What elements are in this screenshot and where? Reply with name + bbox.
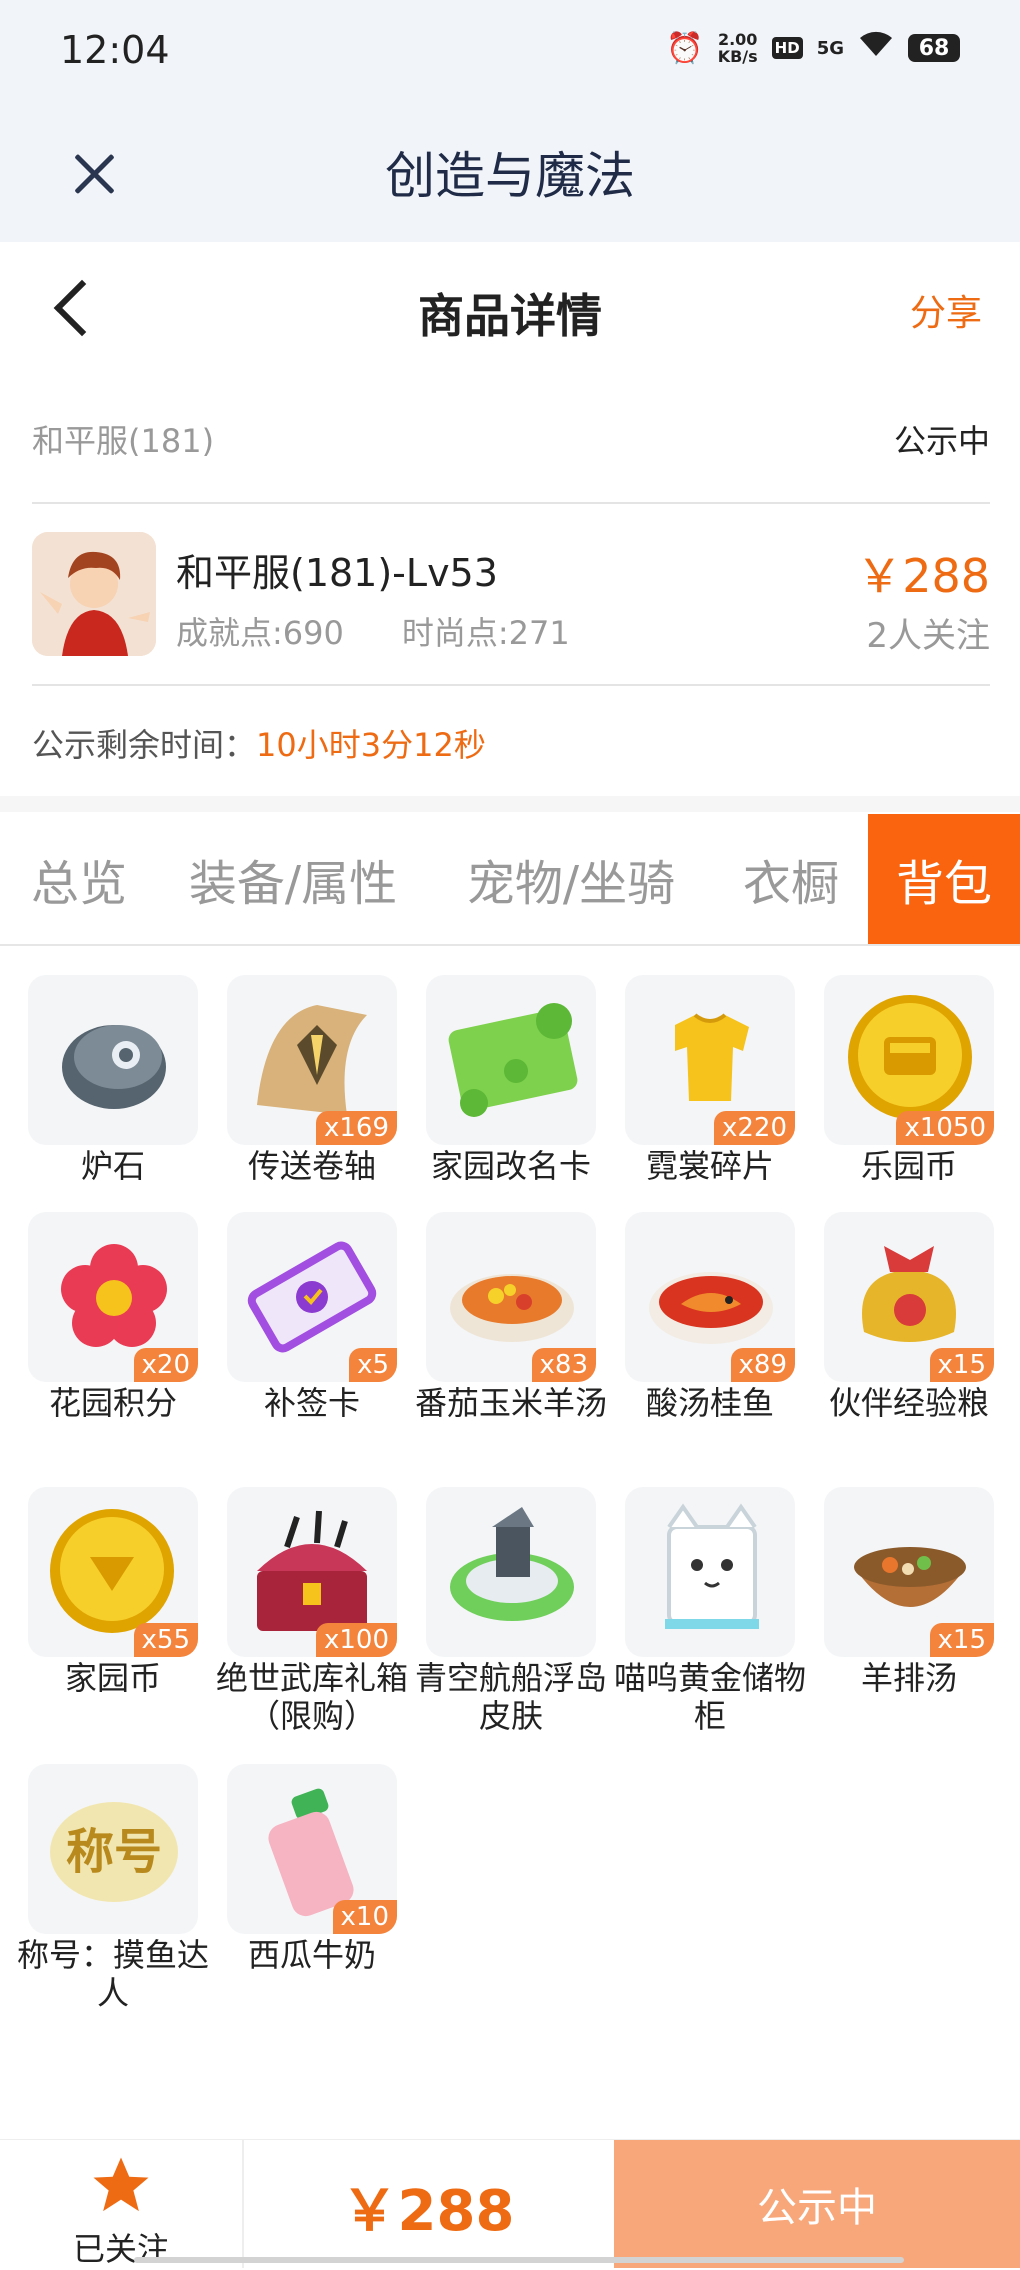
section-gap: [0, 796, 1020, 812]
item-count: x100: [315, 1623, 397, 1657]
item-count: x83: [531, 1348, 596, 1382]
share-button[interactable]: 分享: [910, 284, 982, 336]
product-price: ￥288: [856, 549, 990, 603]
wifi-icon: [858, 30, 894, 66]
item-name: 喵呜黄金储物柜: [613, 1659, 806, 1735]
flower-icon: x20: [28, 1212, 198, 1382]
item-count: x169: [315, 1111, 397, 1145]
countdown-label: 公示剩余时间：: [32, 726, 257, 764]
server-row: 和平服(181) 公示中: [32, 400, 990, 460]
divider: [32, 502, 990, 504]
follow-button[interactable]: 已关注: [0, 2140, 244, 2268]
product-card[interactable]: 和平服(181)-Lv53 成就点:690 时尚点:271 ￥288 2人关注: [32, 532, 990, 658]
item-count: x15: [929, 1623, 994, 1657]
character-avatar: [32, 532, 156, 656]
coin-icon: x1050: [824, 975, 994, 1145]
item-name: 乐园币: [860, 1147, 957, 1185]
item-name: 霓裳碎片: [645, 1147, 774, 1185]
nav-bar: 商品详情 分享: [0, 242, 1020, 372]
alarm-icon: ⏰: [666, 30, 704, 66]
item-count: x5: [349, 1348, 397, 1382]
item-name: 传送卷轴: [247, 1147, 376, 1185]
status-bar: 12:04 ⏰ 2.00 KB/s HD 5G 68: [0, 0, 1020, 110]
divider: [32, 684, 990, 686]
server-name: 和平服(181): [32, 422, 215, 460]
item-count: x55: [133, 1623, 198, 1657]
home-indicator: [134, 2257, 904, 2263]
item-name: 伙伴经验粮: [828, 1384, 989, 1422]
web-header: 创造与魔法: [0, 110, 1020, 242]
tab-bar: 总览 装备/属性 宠物/坐骑 衣橱 背包: [0, 814, 1020, 946]
fish-icon: x89: [625, 1212, 795, 1382]
signal-5g-icon: 5G: [816, 37, 844, 59]
ticket-icon: x5: [227, 1212, 397, 1382]
soup-icon: x83: [426, 1212, 596, 1382]
tab-equipment[interactable]: 装备/属性: [158, 814, 428, 944]
item-count: x220: [713, 1111, 795, 1145]
status-icons: ⏰ 2.00 KB/s HD 5G 68: [666, 30, 960, 66]
item-name: 家园币: [64, 1659, 161, 1697]
tab-wardrobe[interactable]: 衣橱: [714, 814, 868, 944]
item-count: x10: [332, 1900, 397, 1934]
svg-text:称号: 称号: [66, 1824, 162, 1880]
item-name: 花园积分: [48, 1384, 177, 1422]
star-icon: [88, 2152, 154, 2218]
tab-pets[interactable]: 宠物/坐骑: [428, 814, 714, 944]
coin-icon: x55: [28, 1487, 198, 1657]
item-count: x1050: [896, 1111, 994, 1145]
scroll-icon: x169: [227, 975, 397, 1145]
page-title: 商品详情: [418, 289, 602, 343]
net-speed: 2.00 KB/s: [718, 31, 758, 65]
cat-cabinet-icon: [625, 1487, 795, 1657]
item-name: 称号：摸鱼达人: [16, 1936, 209, 2012]
countdown: 公示剩余时间：10小时3分12秒: [32, 720, 486, 766]
status-button[interactable]: 公示中: [614, 2140, 1020, 2268]
product-name: 和平服(181)-Lv53: [176, 551, 498, 595]
item-name: 家园改名卡: [430, 1147, 591, 1185]
tab-overview[interactable]: 总览: [0, 814, 158, 944]
achievement-points: 成就点:690: [176, 614, 344, 652]
item-name: 酸汤桂鱼: [645, 1384, 774, 1422]
item-name: 西瓜牛奶: [247, 1936, 376, 1974]
bottom-price: ￥288: [341, 2179, 515, 2244]
item-name: 番茄玉米羊汤: [414, 1384, 607, 1422]
stone-icon: [28, 975, 198, 1145]
chest-icon: x100: [227, 1487, 397, 1657]
fashion-points: 时尚点:271: [401, 614, 570, 652]
bowl-icon: x15: [824, 1487, 994, 1657]
countdown-value: 10小时3分12秒: [256, 726, 486, 764]
follower-count: 2人关注: [866, 616, 990, 656]
product-meta: 成就点:690 时尚点:271: [176, 608, 570, 654]
bottle-icon: x10: [227, 1764, 397, 1934]
tab-backpack[interactable]: 背包: [868, 814, 1020, 944]
listing-status: 公示中: [893, 422, 990, 460]
item-name: 青空航船浮岛皮肤: [414, 1659, 607, 1735]
bag-icon: x15: [824, 1212, 994, 1382]
net-speed-unit: KB/s: [717, 47, 758, 66]
item-count: x89: [730, 1348, 795, 1382]
island-icon: [426, 1487, 596, 1657]
title-icon: 称号: [28, 1764, 198, 1934]
web-title: 创造与魔法: [385, 147, 635, 205]
battery-icon: 68: [908, 34, 960, 62]
follow-label: 已关注: [72, 2230, 169, 2268]
item-name: 绝世武库礼箱（限购）: [215, 1659, 408, 1735]
item-name: 补签卡: [263, 1384, 360, 1422]
item-count: x20: [133, 1348, 198, 1382]
item-name: 炉石: [80, 1147, 145, 1185]
rename-card-icon: [426, 975, 596, 1145]
status-time: 12:04: [60, 28, 170, 72]
shirt-icon: x220: [625, 975, 795, 1145]
item-count: x15: [929, 1348, 994, 1382]
item-name: 羊排汤: [860, 1659, 957, 1697]
bottom-bar: 已关注 ￥288 公示中: [0, 2139, 1020, 2268]
hd-icon: HD: [771, 37, 803, 59]
